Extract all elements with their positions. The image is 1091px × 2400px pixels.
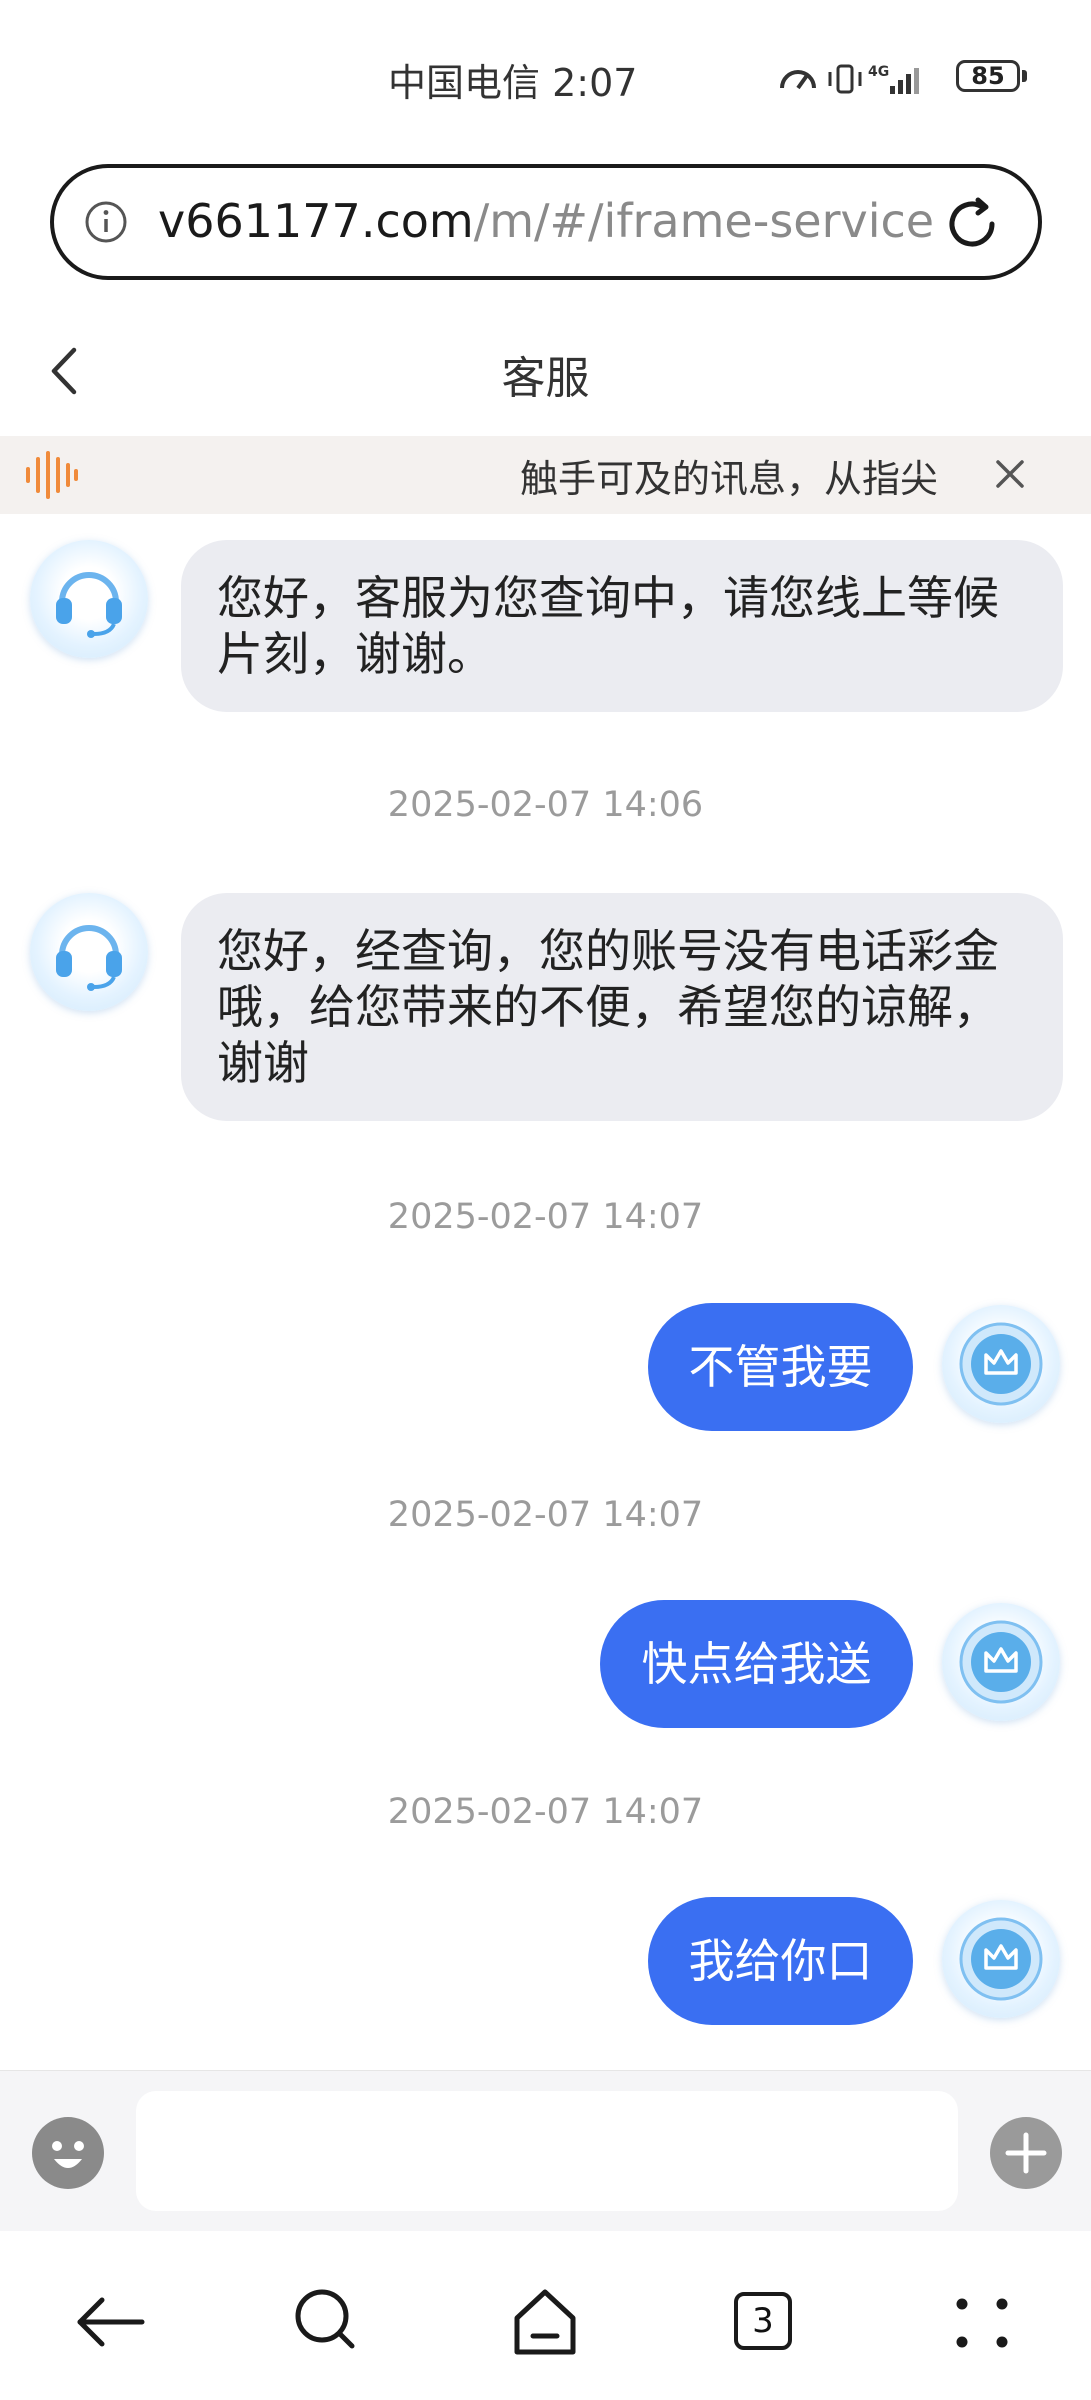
- headset-icon: [56, 925, 122, 991]
- agent-avatar: [30, 893, 148, 1011]
- notice-text: 触手可及的讯息，从指尖: [520, 457, 939, 501]
- network-label: 4G: [868, 64, 889, 80]
- page-header: 客服: [0, 320, 1091, 420]
- url-bar[interactable]: v661177.com/m/#/iframe-service: [50, 164, 1042, 280]
- url-text[interactable]: v661177.com/m/#/iframe-service: [158, 194, 934, 248]
- signal-icons: 4G: [780, 64, 919, 94]
- user-message: 不管我要: [648, 1303, 913, 1431]
- sound-wave-icon: [26, 451, 78, 499]
- browser-bottom-nav: 3: [0, 2232, 1091, 2400]
- url-host: v661177.com: [158, 194, 474, 248]
- user-avatar: [942, 1603, 1060, 1721]
- headset-icon: [56, 572, 122, 638]
- emoji-icon[interactable]: [30, 2115, 106, 2191]
- close-icon[interactable]: [990, 454, 1030, 494]
- status-bar: 中国电信 2:07 4G 85: [0, 0, 1091, 150]
- message-text: 您好，经查询，您的账号没有电话彩金哦，给您带来的不便，希望您的谅解，谢谢: [217, 924, 999, 1090]
- info-icon[interactable]: [84, 200, 128, 244]
- timestamp: 2025-02-07 14:07: [387, 1197, 704, 1237]
- agent-message: 您好，客服为您查询中，请您线上等候片刻，谢谢。: [181, 540, 1063, 712]
- more-icon[interactable]: [942, 2282, 1022, 2362]
- carrier-time: 中国电信 2:07: [388, 52, 637, 107]
- reload-icon[interactable]: [942, 194, 1002, 254]
- timestamp: 2025-02-07 14:07: [387, 1792, 704, 1832]
- url-path: /m/#/iframe-service: [473, 194, 935, 248]
- page-title: 客服: [501, 353, 590, 404]
- tabs-icon[interactable]: 3: [724, 2282, 804, 2362]
- search-icon[interactable]: [286, 2282, 366, 2362]
- carrier-name: 中国电信: [388, 61, 541, 105]
- user-message: 我给你口: [648, 1897, 913, 2025]
- user-message: 快点给我送: [600, 1600, 913, 1728]
- message-input[interactable]: [136, 2091, 958, 2211]
- tab-count: 3: [734, 2292, 792, 2350]
- user-avatar: [942, 1900, 1060, 2018]
- battery-icon: 85: [956, 60, 1020, 92]
- battery-tip: [1022, 70, 1027, 82]
- message-text: 我给你口: [688, 1934, 873, 1988]
- clock: 2:07: [552, 61, 638, 105]
- notice-banner: 触手可及的讯息，从指尖: [0, 436, 1091, 514]
- status-icons: 4G 85: [778, 58, 1038, 102]
- home-icon[interactable]: [505, 2282, 585, 2362]
- crown-badge-icon: [959, 1917, 1043, 2001]
- message-text: 不管我要: [688, 1340, 873, 1394]
- back-arrow-icon[interactable]: [70, 2282, 150, 2362]
- timestamp: 2025-02-07 14:06: [387, 785, 704, 825]
- message-text: 快点给我送: [641, 1637, 872, 1691]
- timestamp: 2025-02-07 14:07: [387, 1495, 704, 1535]
- user-avatar: [942, 1305, 1060, 1423]
- message-input-bar: [0, 2070, 1091, 2231]
- message-text: 您好，客服为您查询中，请您线上等候片刻，谢谢。: [217, 571, 999, 681]
- agent-message: 您好，经查询，您的账号没有电话彩金哦，给您带来的不便，希望您的谅解，谢谢: [181, 893, 1063, 1121]
- plus-icon[interactable]: [988, 2115, 1064, 2191]
- agent-avatar: [30, 540, 148, 658]
- crown-badge-icon: [959, 1322, 1043, 1406]
- battery-level: 85: [971, 62, 1005, 90]
- crown-badge-icon: [959, 1620, 1043, 1704]
